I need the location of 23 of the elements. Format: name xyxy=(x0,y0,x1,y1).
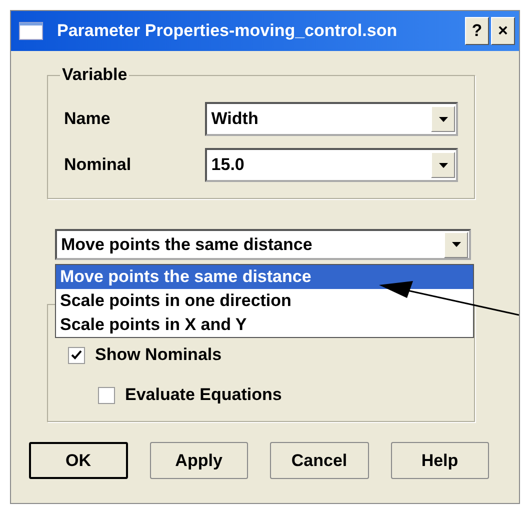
field-label: Name xyxy=(64,109,112,129)
close-button[interactable]: × xyxy=(491,17,515,45)
window-icon xyxy=(19,22,43,40)
dropdown-icon xyxy=(444,232,468,258)
dialog-button[interactable]: Help xyxy=(390,442,489,479)
help-button[interactable]: ? xyxy=(465,17,489,45)
checkbox-label: Show Nominals xyxy=(95,345,222,365)
dialog-button[interactable]: OK xyxy=(29,442,128,479)
checkbox-label: Evaluate Equations xyxy=(125,385,282,405)
dropdown-option[interactable]: Scale points in X and Y xyxy=(56,313,473,337)
dropdown-icon xyxy=(431,152,455,178)
checkbox[interactable] xyxy=(68,346,85,364)
field-label: Nominal xyxy=(64,155,132,175)
dialog-button[interactable]: Cancel xyxy=(270,442,369,479)
window-title: Parameter Properties-moving_control.son xyxy=(57,21,398,41)
dropdown-option[interactable]: Move points the same distance xyxy=(56,265,473,289)
checkbox[interactable] xyxy=(98,386,115,404)
dropdown-icon xyxy=(431,106,455,132)
combo-box[interactable]: 15.0 xyxy=(205,148,458,182)
dropdown-option[interactable]: Scale points in one direction xyxy=(56,289,473,313)
mode-combo-box[interactable]: Move points the same distance xyxy=(55,229,471,260)
combo-box[interactable]: Width xyxy=(205,102,458,136)
dialog-button[interactable]: Apply xyxy=(150,442,248,479)
